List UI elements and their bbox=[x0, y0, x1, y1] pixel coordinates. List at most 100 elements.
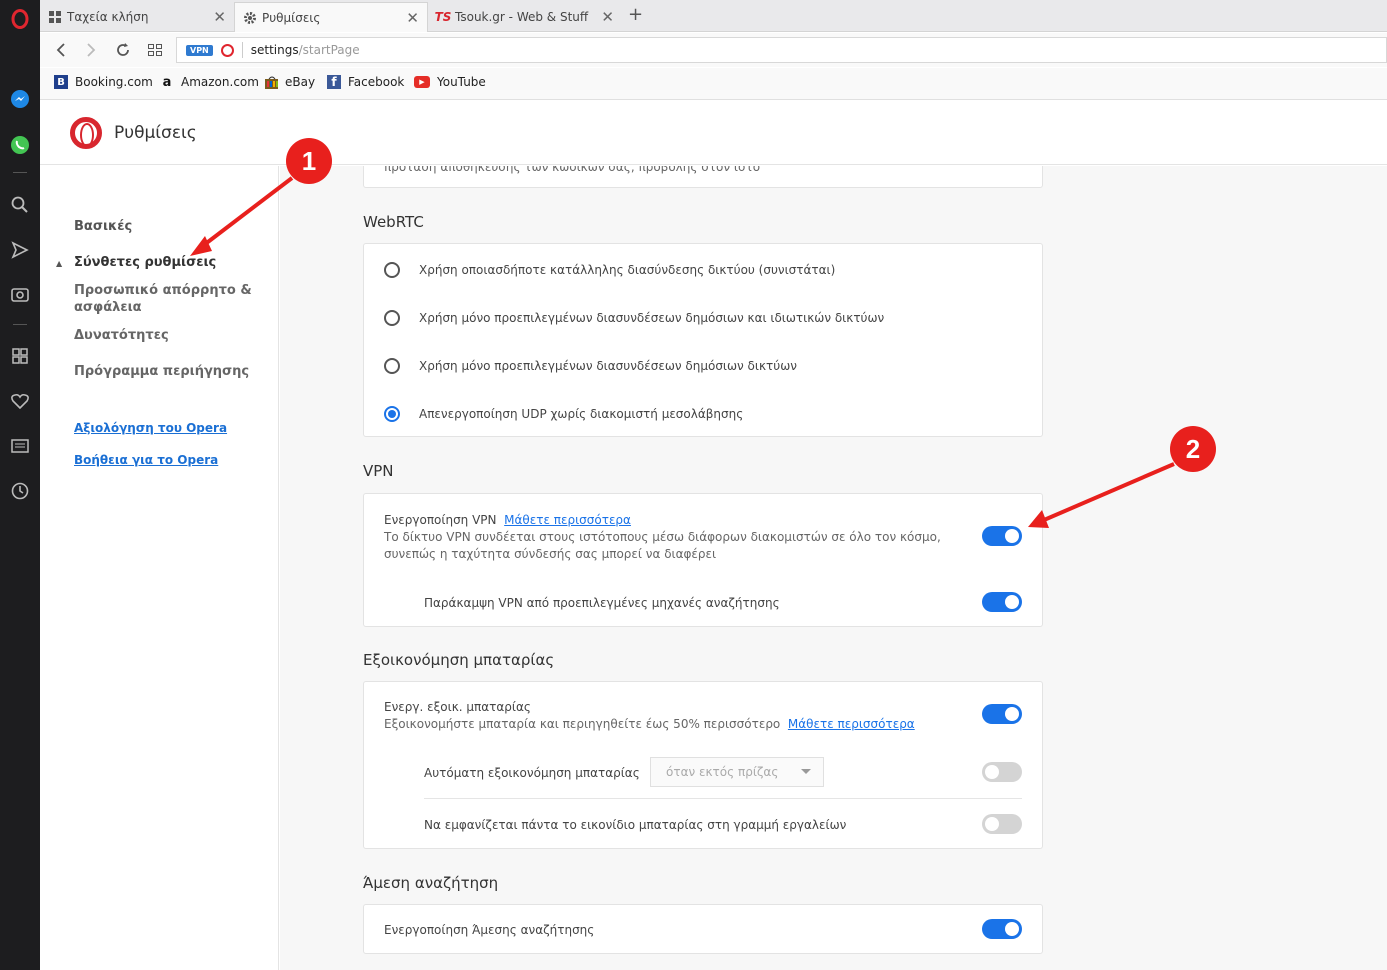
vpn-description-line1: Το δίκτυο VPN συνδέεται στους ιστότοπους… bbox=[384, 530, 941, 544]
close-icon[interactable]: ✕ bbox=[601, 8, 614, 26]
grid-icon bbox=[48, 10, 62, 24]
webrtc-title: WebRTC bbox=[363, 213, 424, 231]
url-host: settings bbox=[250, 43, 299, 57]
vpn-badge[interactable]: VPN bbox=[186, 44, 213, 56]
battery-description: Εξοικονομήστε μπαταρία και περιηγηθείτε … bbox=[384, 716, 915, 733]
vpn-bypass-toggle[interactable] bbox=[982, 592, 1022, 612]
vpn-card: Ενεργοποίηση VPN Μάθετε περισσότερα Το δ… bbox=[363, 493, 1043, 627]
sidebar-item-advanced[interactable]: Σύνθετες ρυθμίσεις bbox=[74, 254, 216, 271]
vpn-toggle[interactable] bbox=[982, 526, 1022, 546]
bookmark-label: Amazon.com bbox=[181, 75, 259, 89]
messenger-icon[interactable] bbox=[9, 88, 31, 110]
new-tab-button[interactable]: + bbox=[628, 4, 643, 25]
news-icon[interactable] bbox=[9, 435, 31, 457]
battery-title: Εξοικονόμηση μπαταρίας bbox=[363, 651, 555, 669]
navigation-bar: VPN settings/startPage bbox=[40, 33, 1387, 67]
vpn-enable-label: Ενεργοποίηση VPN bbox=[384, 513, 497, 527]
radio-button-checked[interactable] bbox=[384, 406, 400, 422]
sidebar-item-privacy[interactable]: Προσωπικό απόρρητο & ασφάλεια bbox=[74, 282, 252, 316]
radio-label: Απενεργοποίηση UDP χωρίς διακομιστή μεσο… bbox=[419, 407, 744, 421]
opera-sidebar bbox=[0, 0, 40, 970]
sidebar-item-basic[interactable]: Βασικές bbox=[74, 218, 132, 235]
battery-learn-more-link[interactable]: Μάθετε περισσότερα bbox=[788, 717, 915, 731]
speed-dial-icon[interactable] bbox=[9, 345, 31, 367]
bookmark-ebay[interactable]: eBay bbox=[264, 75, 315, 89]
tab-label: Ταχεία κλήση bbox=[67, 10, 149, 24]
tab-label: Tsouk.gr - Web & Stuff bbox=[455, 10, 589, 24]
annotation-marker-2: 2 bbox=[1170, 426, 1216, 472]
bookmark-facebook[interactable]: f Facebook bbox=[327, 75, 404, 89]
tab-tsouk[interactable]: TS Tsouk.gr - Web & Stuff ✕ bbox=[428, 2, 622, 32]
clipped-text: πρόταση αποθήκευσης των κωδικών σας, προ… bbox=[384, 166, 761, 174]
tab-speed-dial[interactable]: Ταχεία κλήση ✕ bbox=[40, 2, 234, 32]
bookmark-amazon[interactable]: a Amazon.com bbox=[160, 74, 259, 90]
bookmark-youtube[interactable]: ▶ YouTube bbox=[414, 75, 486, 89]
opera-menu-icon[interactable] bbox=[9, 8, 31, 30]
instant-search-label: Ενεργοποίηση Άμεσης αναζήτησης bbox=[384, 923, 595, 937]
instant-search-toggle[interactable] bbox=[982, 919, 1022, 939]
url-path: /startPage bbox=[298, 43, 360, 57]
battery-auto-toggle[interactable] bbox=[982, 762, 1022, 782]
tab-settings[interactable]: Ρυθμίσεις ✕ bbox=[234, 2, 428, 32]
ebay-icon bbox=[264, 75, 278, 89]
camera-icon[interactable] bbox=[9, 283, 31, 305]
heart-icon[interactable] bbox=[9, 390, 31, 412]
help-opera-link[interactable]: Βοήθεια για το Opera bbox=[74, 453, 218, 467]
send-icon[interactable] bbox=[9, 239, 31, 261]
url-separator bbox=[241, 42, 243, 58]
sidebar-item-features[interactable]: Δυνατότητες bbox=[74, 327, 169, 344]
back-button[interactable] bbox=[50, 39, 72, 61]
tab-bar: Ταχεία κλήση ✕ Ρυθμίσεις ✕ TS Tsouk.gr -… bbox=[40, 0, 1387, 32]
sidebar-item-browser[interactable]: Πρόγραμμα περιήγησης bbox=[74, 363, 249, 380]
battery-auto-select[interactable]: όταν εκτός πρίζας bbox=[650, 757, 824, 787]
history-icon[interactable] bbox=[9, 480, 31, 502]
webrtc-option-disable-udp[interactable]: Απενεργοποίηση UDP χωρίς διακομιστή μεσο… bbox=[384, 406, 743, 422]
search-icon[interactable] bbox=[9, 194, 31, 216]
settings-content: πρόταση αποθήκευσης των κωδικών σας, προ… bbox=[280, 166, 1387, 970]
battery-icon-toggle[interactable] bbox=[982, 814, 1022, 834]
whatsapp-icon[interactable] bbox=[9, 134, 31, 156]
youtube-icon: ▶ bbox=[414, 76, 430, 88]
webrtc-option-public[interactable]: Χρήση μόνο προεπιλεγμένων διασυνδέσεων δ… bbox=[384, 358, 797, 374]
vpn-learn-more-link[interactable]: Μάθετε περισσότερα bbox=[504, 513, 631, 527]
webrtc-option-public-private[interactable]: Χρήση μόνο προεπιλεγμένων διασυνδέσεων δ… bbox=[384, 310, 884, 326]
address-bar[interactable]: VPN settings/startPage bbox=[176, 37, 1387, 63]
radio-button[interactable] bbox=[384, 358, 400, 374]
opera-logo-icon bbox=[70, 117, 102, 149]
chevron-down-icon bbox=[801, 769, 811, 774]
battery-toggle[interactable] bbox=[982, 704, 1022, 724]
strip-divider bbox=[13, 324, 27, 325]
radio-label: Χρήση οποιασδήποτε κατάλληλης διασύνδεση… bbox=[419, 263, 836, 277]
page-title: Ρυθμίσεις bbox=[114, 123, 197, 143]
collapse-caret-icon[interactable]: ▲ bbox=[56, 259, 62, 268]
rate-opera-link[interactable]: Αξιολόγηση του Opera bbox=[74, 421, 227, 435]
strip-divider bbox=[13, 172, 27, 173]
webrtc-card: Χρήση οποιασδήποτε κατάλληλης διασύνδεση… bbox=[363, 243, 1043, 437]
radio-button[interactable] bbox=[384, 262, 400, 278]
settings-header: Ρυθμίσεις bbox=[40, 101, 1387, 165]
bookmark-booking[interactable]: B Booking.com bbox=[54, 75, 153, 89]
bookmark-label: eBay bbox=[285, 75, 316, 89]
vpn-enable-row: Ενεργοποίηση VPN Μάθετε περισσότερα bbox=[384, 512, 631, 529]
battery-auto-label: Αυτόματη εξοικονόμηση μπαταρίας bbox=[424, 766, 640, 780]
select-value: όταν εκτός πρίζας bbox=[666, 765, 779, 779]
sidebar-item-label: ασφάλεια bbox=[74, 300, 142, 315]
close-icon[interactable]: ✕ bbox=[213, 8, 226, 26]
booking-icon: B bbox=[54, 75, 68, 89]
tab-label: Ρυθμίσεις bbox=[262, 10, 321, 25]
instant-search-card: Ενεργοποίηση Άμεσης αναζήτησης bbox=[363, 904, 1043, 954]
webrtc-option-any[interactable]: Χρήση οποιασδήποτε κατάλληλης διασύνδεση… bbox=[384, 262, 835, 278]
close-icon[interactable]: ✕ bbox=[406, 9, 419, 27]
amazon-icon: a bbox=[162, 74, 172, 90]
settings-sidebar: Βασικές ▲ Σύνθετες ρυθμίσεις Προσωπικό α… bbox=[40, 166, 279, 970]
radio-button[interactable] bbox=[384, 310, 400, 326]
battery-card: Ενεργ. εξοικ. μπαταρίας Εξοικονομήστε μπ… bbox=[363, 681, 1043, 849]
facebook-icon: f bbox=[327, 75, 341, 89]
gear-icon bbox=[243, 11, 257, 25]
radio-label: Χρήση μόνο προεπιλεγμένων διασυνδέσεων δ… bbox=[419, 359, 797, 373]
forward-button[interactable] bbox=[80, 39, 102, 61]
reload-button[interactable] bbox=[112, 39, 134, 61]
opera-logo-icon bbox=[220, 43, 234, 57]
row-divider bbox=[424, 798, 1022, 799]
tab-grid-button[interactable] bbox=[144, 39, 166, 61]
